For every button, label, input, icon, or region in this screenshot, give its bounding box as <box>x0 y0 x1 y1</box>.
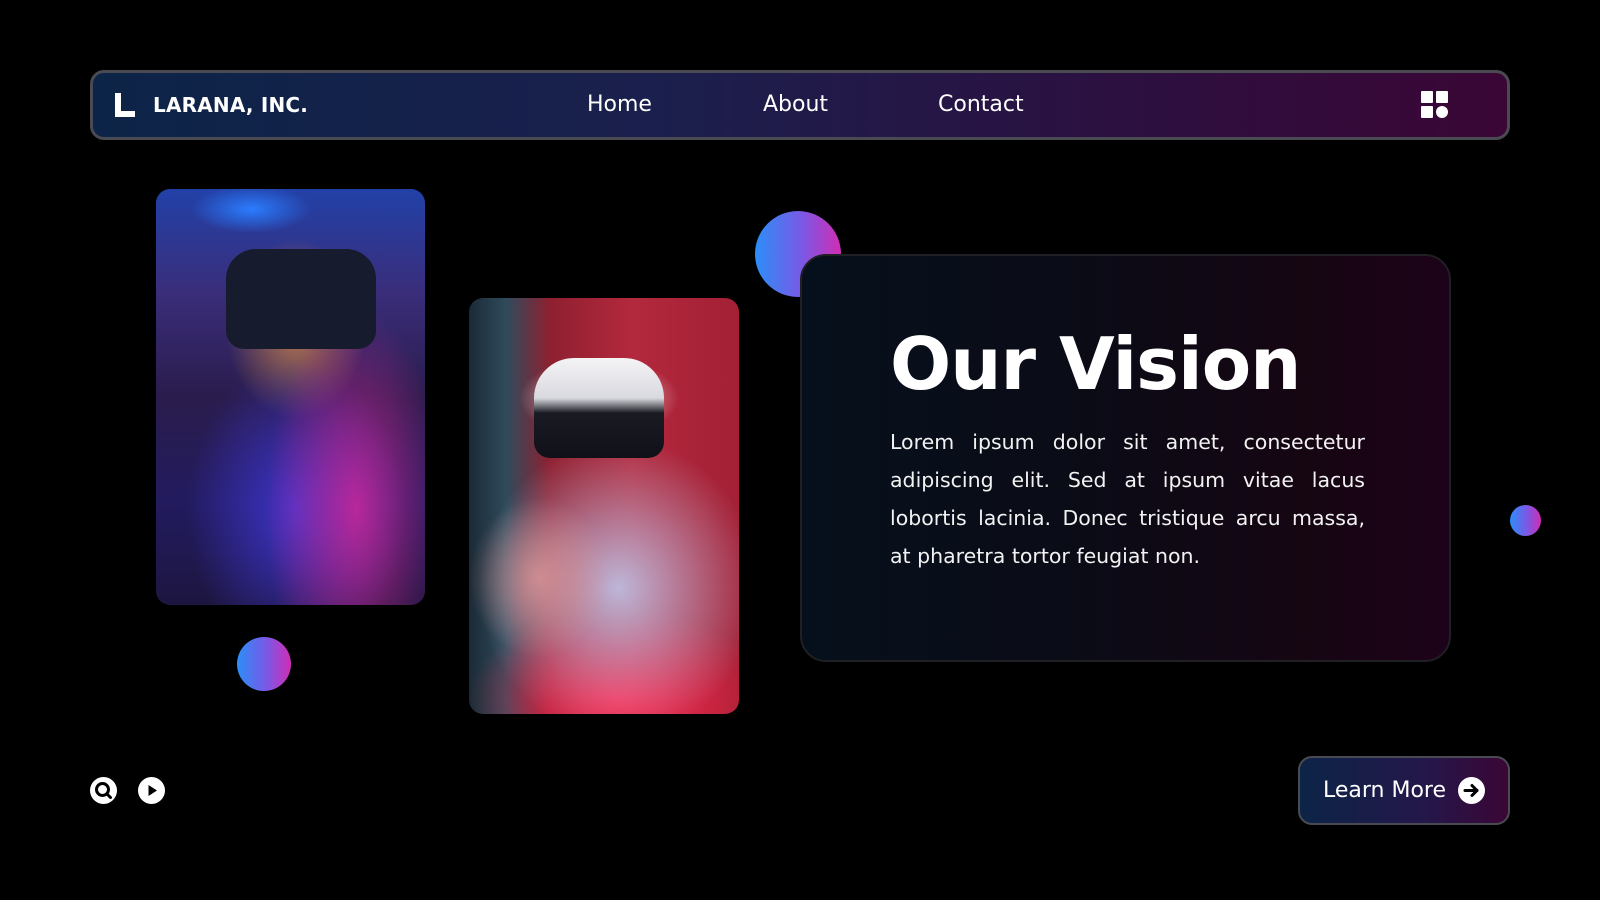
vision-body-text: Lorem ipsum dolor sit amet, consectetur … <box>890 430 1365 568</box>
decorative-orb <box>1510 505 1541 536</box>
play-icon[interactable] <box>138 777 165 804</box>
top-navbar: LARANA, INC. Home About Contact <box>90 70 1510 140</box>
vision-title: Our Vision <box>890 322 1301 406</box>
brand-name: LARANA, INC. <box>153 93 309 117</box>
search-icon[interactable] <box>90 777 117 804</box>
vr-headset-shape <box>534 358 664 458</box>
nav-link-contact[interactable]: Contact <box>938 73 1024 137</box>
man-with-vr-headset-photo <box>469 298 739 714</box>
learn-more-label: Learn More <box>1322 778 1447 803</box>
woman-with-vr-headset-photo <box>156 189 425 605</box>
brand-logo-icon <box>115 93 137 117</box>
vision-card: Our Vision Lorem ipsum dolor sit amet, c… <box>800 254 1451 662</box>
arrow-right-circle-icon <box>1458 777 1486 804</box>
decorative-orb <box>237 637 291 691</box>
learn-more-button[interactable]: Learn More <box>1298 756 1510 825</box>
vr-headset-shape <box>226 249 376 349</box>
nav-link-about[interactable]: About <box>763 73 828 137</box>
brand[interactable]: LARANA, INC. <box>115 73 308 137</box>
nav-link-home[interactable]: Home <box>587 73 652 137</box>
grid-menu-icon[interactable] <box>1421 91 1449 119</box>
